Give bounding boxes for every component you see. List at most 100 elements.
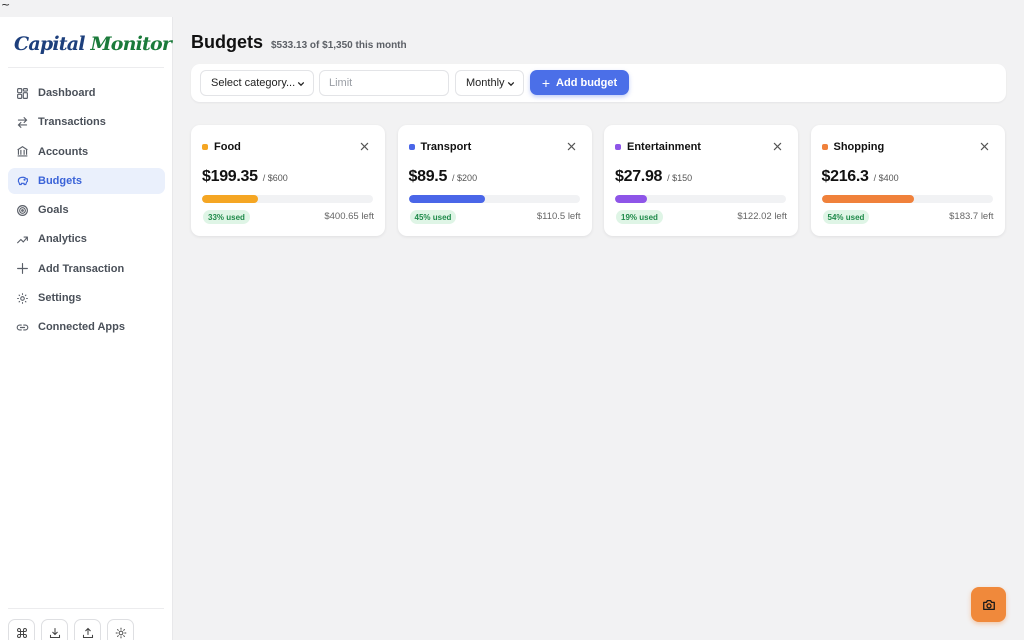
progress-fill — [615, 195, 648, 203]
sidebar-item-accounts[interactable]: Accounts — [8, 139, 165, 165]
sidebar-bottom-divider — [8, 608, 164, 609]
sidebar-item-add-transaction[interactable]: Add Transaction — [8, 256, 165, 282]
used-badge: 45% used — [409, 210, 457, 224]
limit-amount: / $150 — [667, 173, 693, 183]
camera-button[interactable] — [971, 587, 1006, 622]
grid-icon — [17, 87, 28, 99]
chevron-down-icon — [297, 82, 305, 87]
card-header: Transport — [408, 141, 472, 153]
category-select-value: Select category... — [211, 77, 296, 89]
bank-icon — [17, 146, 28, 157]
arrows-icon — [17, 116, 28, 128]
card-header: Shopping — [821, 141, 885, 153]
add-budget-button[interactable]: + Add budget — [530, 70, 629, 95]
upload-button[interactable] — [74, 619, 101, 640]
amount-row: $199.35 / $600 — [202, 168, 288, 186]
sidebar-item-label: Add Transaction — [38, 262, 125, 275]
limit-amount: / $200 — [452, 173, 478, 183]
amount-row: $89.5 / $200 — [409, 168, 478, 186]
sun-icon — [115, 627, 126, 638]
used-badge: 33% used — [203, 210, 250, 224]
used-badge: 19% used — [616, 210, 663, 224]
card-header: Entertainment — [615, 141, 701, 153]
limit-input[interactable] — [319, 70, 449, 96]
theme-toggle-button[interactable] — [107, 619, 134, 640]
spent-amount: $216.3 — [821, 168, 869, 185]
sidebar-item-budgets[interactable]: Budgets — [8, 167, 165, 194]
category-select[interactable]: Select category... — [200, 70, 314, 96]
target-icon — [17, 204, 28, 216]
sidebar-item-connected-apps[interactable]: Connected Apps — [8, 314, 165, 340]
category-color-dot — [408, 144, 415, 150]
category-name: Shopping — [833, 141, 885, 153]
period-select[interactable]: Monthly — [455, 70, 524, 96]
piggy-bank-icon — [17, 177, 28, 186]
sidebar-item-label: Settings — [38, 292, 82, 305]
sidebar-item-label: Accounts — [38, 145, 89, 158]
command-button[interactable] — [8, 619, 35, 640]
progress-bar — [821, 195, 993, 203]
app-logo[interactable]: Capital Monitor — [14, 33, 172, 55]
close-icon[interactable] — [980, 142, 989, 151]
budget-card-transport: Transport $89.5 / $200 45% used $110.5 l… — [397, 125, 592, 236]
budget-summary: $533.13 of $1,350 this month — [271, 40, 407, 51]
progress-fill — [202, 195, 259, 203]
remaining-amount: $183.7 left — [949, 211, 994, 222]
sidebar-item-settings[interactable]: Settings — [8, 285, 165, 311]
sidebar-divider — [8, 67, 164, 68]
category-color-dot — [202, 144, 208, 150]
category-name: Entertainment — [627, 141, 701, 153]
download-button[interactable] — [41, 619, 68, 640]
category-color-dot — [615, 144, 621, 150]
tilde-mark: ~ — [1, 0, 11, 11]
logo-part-2: Monitor — [90, 33, 172, 55]
download-icon — [49, 627, 60, 638]
link-icon — [16, 324, 29, 331]
remaining-amount: $110.5 left — [536, 211, 581, 222]
sidebar-item-label: Connected Apps — [38, 321, 125, 334]
sidebar-item-label: Goals — [38, 204, 69, 217]
add-budget-label: Add budget — [556, 76, 618, 89]
plus-icon: + — [541, 74, 551, 91]
budget-card-shopping: Shopping $216.3 / $400 54% used $183.7 l… — [810, 125, 1005, 236]
category-name: Transport — [420, 141, 472, 153]
spent-amount: $27.98 — [615, 168, 663, 185]
spent-amount: $89.5 — [408, 168, 448, 185]
period-select-value: Monthly — [466, 77, 505, 89]
remaining-amount: $400.65 left — [324, 211, 374, 222]
camera-icon — [982, 599, 995, 610]
progress-bar — [408, 195, 580, 203]
command-icon — [16, 627, 27, 638]
sidebar-bottom-toolbar — [8, 619, 134, 640]
sidebar-item-goals[interactable]: Goals — [8, 197, 165, 223]
limit-amount: / $400 — [873, 173, 899, 183]
sidebar-nav: Dashboard Transactions Accounts Budgets … — [8, 80, 165, 344]
amount-row: $27.98 / $150 — [615, 168, 692, 186]
progress-bar — [202, 195, 373, 203]
sidebar-item-label: Budgets — [38, 174, 82, 187]
page-header: Budgets $533.13 of $1,350 this month — [191, 32, 407, 53]
trend-icon — [17, 236, 28, 244]
page-title: Budgets — [191, 32, 263, 52]
sidebar-item-label: Transactions — [38, 116, 106, 129]
close-icon[interactable] — [567, 142, 576, 151]
sidebar-item-analytics[interactable]: Analytics — [8, 226, 165, 252]
remaining-amount: $122.02 left — [737, 211, 787, 222]
sidebar-item-label: Analytics — [38, 233, 87, 246]
sidebar-item-label: Dashboard — [38, 87, 96, 99]
chevron-down-icon — [507, 82, 515, 87]
sidebar-item-dashboard[interactable]: Dashboard — [8, 80, 165, 106]
category-color-dot — [821, 144, 828, 150]
close-icon[interactable] — [773, 142, 782, 151]
progress-bar — [615, 195, 786, 203]
budget-card-entertainment: Entertainment $27.98 / $150 19% used $12… — [604, 125, 798, 236]
sidebar-item-transactions[interactable]: Transactions — [8, 109, 165, 135]
add-budget-toolbar: Select category... Monthly + Add budget — [191, 64, 1006, 102]
progress-fill — [408, 195, 486, 203]
category-name: Food — [214, 141, 241, 153]
amount-row: $216.3 / $400 — [822, 168, 899, 186]
logo-part-1: Capital — [14, 33, 91, 55]
close-icon[interactable] — [360, 142, 369, 151]
spent-amount: $199.35 — [202, 168, 258, 185]
sidebar: Capital Monitor Dashboard Transactions A… — [0, 17, 173, 640]
